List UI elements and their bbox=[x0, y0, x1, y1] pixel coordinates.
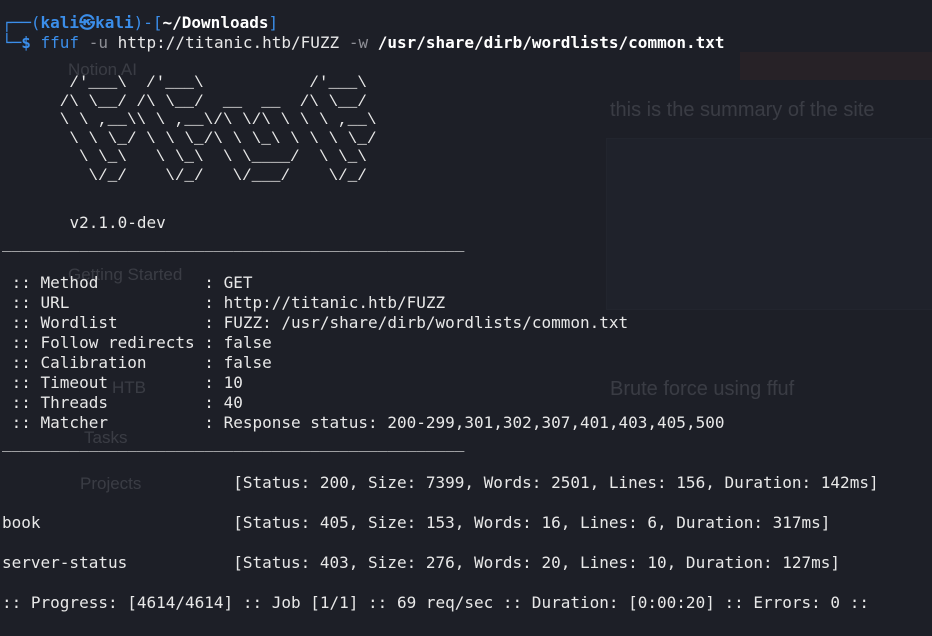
command-name: ffuf bbox=[40, 33, 80, 52]
result-info: [Status: 405, Size: 153, Words: 16, Line… bbox=[233, 513, 831, 532]
progress-line: :: Progress: [4614/4614] :: Job [1/1] ::… bbox=[2, 593, 869, 612]
result-row: server-status [Status: 403, Size: 276, W… bbox=[2, 553, 840, 573]
config-wordlist: :: Wordlist : FUZZ: /usr/share/dirb/word… bbox=[2, 313, 629, 332]
flag-u: -u bbox=[88, 33, 108, 52]
result-row: book [Status: 405, Size: 153, Words: 16,… bbox=[2, 513, 830, 533]
prompt-line-2[interactable]: └─$ ffuf -u http://titanic.htb/FUZZ -w /… bbox=[2, 33, 725, 53]
result-path: server-status bbox=[2, 553, 234, 572]
result-row: [Status: 200, Size: 7399, Words: 2501, L… bbox=[2, 473, 879, 493]
config-threads: :: Threads : 40 bbox=[2, 393, 243, 412]
prompt-host: kali bbox=[95, 13, 134, 32]
separator-line: ________________________________________… bbox=[2, 433, 465, 452]
config-calibration: :: Calibration : false bbox=[2, 353, 272, 372]
config-method: :: Method : GET bbox=[2, 273, 253, 292]
prompt-skull-icon: ㉿ bbox=[79, 13, 96, 32]
prompt-user: kali bbox=[40, 13, 80, 32]
flag-w: -w bbox=[348, 33, 369, 52]
separator-line: ________________________________________… bbox=[2, 233, 465, 252]
version-text: v2.1.0-dev bbox=[69, 213, 166, 232]
ffuf-ascii-banner: /'___\ /'___\ /'___\ /\ \__/ /\ \__/ __ … bbox=[59, 74, 377, 185]
prompt-cwd: ~/Downloads bbox=[162, 13, 269, 32]
config-follow-redirects: :: Follow redirects : false bbox=[2, 333, 272, 352]
result-path bbox=[2, 473, 233, 492]
config-timeout: :: Timeout : 10 bbox=[2, 373, 243, 392]
config-matcher: :: Matcher : Response status: 200-299,30… bbox=[2, 413, 725, 432]
result-info: [Status: 200, Size: 7399, Words: 2501, L… bbox=[233, 473, 879, 492]
result-path: book bbox=[2, 513, 234, 532]
prompt-line-1: ┌──(kali㉿kali)-[~/Downloads] bbox=[2, 13, 279, 32]
config-url: :: URL : http://titanic.htb/FUZZ bbox=[2, 293, 446, 312]
command-url: http://titanic.htb/FUZZ bbox=[117, 33, 340, 52]
command-wordlist: /usr/share/dirb/wordlists/common.txt bbox=[377, 33, 725, 52]
terminal[interactable]: ┌──(kali㉿kali)-[~/Downloads] └─$ ffuf -u… bbox=[0, 0, 932, 636]
result-info: [Status: 403, Size: 276, Words: 20, Line… bbox=[233, 553, 841, 572]
